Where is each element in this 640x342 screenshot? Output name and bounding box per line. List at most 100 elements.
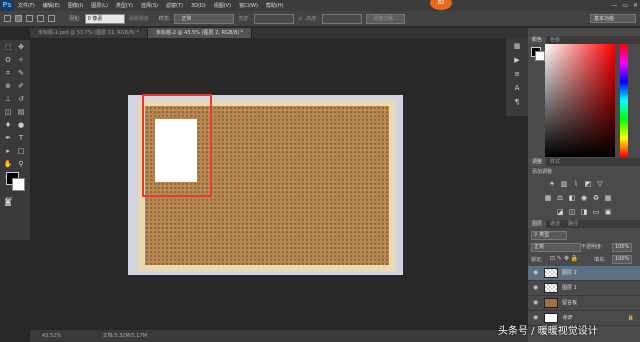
properties-panel-icon[interactable]: ≡ (512, 70, 522, 79)
width-input[interactable] (254, 13, 295, 24)
character-panel-icon[interactable]: A (512, 84, 522, 93)
exposure-icon[interactable]: ◩ (584, 180, 592, 188)
photo-filter-icon[interactable]: ◉ (580, 194, 588, 202)
hue-slider[interactable] (620, 44, 628, 157)
visibility-eye-icon[interactable]: ◉ (533, 281, 538, 295)
menu-view[interactable]: 视图(V) (210, 2, 235, 9)
visibility-eye-icon[interactable]: ◉ (533, 266, 538, 280)
shape-tool-icon[interactable]: □ (16, 147, 26, 156)
menu-select[interactable]: 选择(S) (137, 2, 162, 9)
posterize-icon[interactable]: ◫ (568, 208, 576, 216)
color-spectrum-field[interactable] (545, 44, 615, 157)
move-tool-icon[interactable]: ✥ (16, 43, 26, 52)
tab-document-1[interactable]: 未标题-1.psd @ 53.7% (图层 11, RGB/8) * (30, 28, 148, 38)
lock-options-icon[interactable]: ⊡ ✎ ✥ 🔒 (550, 255, 578, 262)
new-selection-icon[interactable] (15, 15, 22, 22)
layer-filter-label: 类型 (539, 232, 550, 238)
marquee-tool-icon[interactable]: ⬚ (3, 43, 13, 52)
tab-adjustments[interactable]: 调整 (528, 158, 547, 166)
hue-saturation-icon[interactable]: ▦ (544, 194, 552, 202)
background-color-swatch[interactable] (12, 178, 25, 191)
menu-help[interactable]: 帮助(H) (262, 2, 288, 9)
tab-styles[interactable]: 样式 (546, 158, 564, 166)
eraser-tool-icon[interactable]: ◫ (3, 108, 13, 117)
zoom-level[interactable]: 43.52% (42, 333, 61, 339)
black-white-icon[interactable]: ◧ (568, 194, 576, 202)
feather-input[interactable]: 0 像素 (84, 13, 125, 24)
layer-row[interactable]: ◉ 图层 2 (528, 266, 640, 281)
workspace-select[interactable]: 基本功能 (590, 14, 636, 23)
layer-row[interactable]: ◉ 图层 1 (528, 281, 640, 296)
feather-label: 羽化: (69, 16, 81, 22)
menu-filter[interactable]: 滤镜(T) (162, 2, 187, 9)
menu-layer[interactable]: 图层(L) (87, 2, 112, 9)
minimize-icon[interactable]: — (611, 0, 617, 11)
invert-icon[interactable]: ◪ (556, 208, 564, 216)
tab-color[interactable]: 颜色 (528, 36, 547, 44)
intersect-selection-icon[interactable] (48, 15, 55, 22)
lasso-tool-icon[interactable]: ʘ (3, 56, 13, 65)
brightness-icon[interactable]: ☀ (548, 180, 556, 188)
swap-icon[interactable]: ⇄ (298, 16, 302, 22)
layer-name: 图层 1 (562, 285, 577, 291)
menu-file[interactable]: 文件(F) (14, 2, 39, 9)
screen-mode-icon[interactable]: ▭ (4, 194, 14, 203)
clone-stamp-icon[interactable]: ⊥ (3, 95, 13, 104)
tab-channels[interactable]: 通道 (546, 220, 564, 228)
restore-icon[interactable]: ▭ (622, 0, 628, 11)
vibrance-icon[interactable]: ▽ (596, 180, 604, 188)
menu-3d[interactable]: 3D(D) (187, 3, 210, 9)
fill-input[interactable]: 100% (612, 255, 632, 264)
layer-row[interactable]: ◉ 留言板 (528, 296, 640, 311)
history-panel-icon[interactable]: ▦ (512, 42, 522, 51)
type-tool-icon[interactable]: T (16, 134, 26, 143)
tab-document-2[interactable]: 未标题-2 @ 43.5% (图层 2, RGB/8) * (147, 28, 253, 38)
selective-color-icon[interactable]: ▣ (604, 208, 612, 216)
brush-tool-icon[interactable]: ✐ (16, 82, 26, 91)
refine-edge-button[interactable]: 调整边缘... (365, 13, 405, 24)
collapsed-panel-dock: ▦ ▶ ≡ A ¶ (506, 38, 528, 116)
marquee-preset-icon[interactable] (4, 15, 11, 22)
paragraph-panel-icon[interactable]: ¶ (512, 98, 522, 107)
antialias-checkbox-label[interactable]: 消除锯齿 (129, 15, 149, 22)
color-lookup-icon[interactable]: ▦ (604, 194, 612, 202)
crop-tool-icon[interactable]: ⌗ (3, 69, 13, 78)
menu-image[interactable]: 图像(I) (64, 2, 87, 9)
tab-swatches[interactable]: 色板 (546, 36, 564, 44)
actions-panel-icon[interactable]: ▶ (512, 56, 522, 65)
tab-paths[interactable]: 路径 (564, 220, 582, 228)
gradient-tool-icon[interactable]: ▤ (16, 108, 26, 117)
menu-type[interactable]: 类型(Y) (112, 2, 137, 9)
opacity-input[interactable]: 100% (612, 243, 632, 252)
blend-mode-select[interactable]: 正常 (531, 243, 581, 252)
channel-mixer-icon[interactable]: ♻ (592, 194, 600, 202)
curves-icon[interactable]: ⌇ (572, 180, 580, 188)
height-input[interactable] (321, 13, 362, 24)
dodge-tool-icon[interactable]: ● (16, 121, 26, 130)
visibility-eye-icon[interactable]: ◉ (533, 296, 538, 310)
gradient-map-icon[interactable]: ▭ (592, 208, 600, 216)
close-icon[interactable]: ✕ (633, 0, 638, 11)
levels-icon[interactable]: ▥ (560, 180, 568, 188)
highlight-box (142, 94, 212, 197)
style-select[interactable]: 正常 (174, 13, 235, 24)
threshold-icon[interactable]: ◨ (580, 208, 588, 216)
color-panel-bg-swatch[interactable] (535, 51, 545, 61)
history-brush-icon[interactable]: ↺ (16, 95, 26, 104)
color-balance-icon[interactable]: ⚖ (556, 194, 564, 202)
menu-window[interactable]: 窗口(W) (235, 2, 262, 9)
layer-filter-kind[interactable]: ⚲ 类型 (531, 231, 567, 240)
zoom-tool-icon[interactable]: ⚲ (16, 160, 26, 169)
magic-wand-icon[interactable]: ✧ (16, 56, 26, 65)
tab-layers[interactable]: 图层 (528, 220, 547, 228)
add-selection-icon[interactable] (26, 15, 33, 22)
subtract-selection-icon[interactable] (37, 15, 44, 22)
eyedropper-icon[interactable]: ✎ (16, 69, 26, 78)
menu-edit[interactable]: 编辑(E) (39, 2, 64, 9)
blur-tool-icon[interactable]: ♦ (3, 121, 13, 130)
path-select-icon[interactable]: ▸ (3, 147, 13, 156)
hand-tool-icon[interactable]: ✋ (3, 160, 13, 169)
pen-tool-icon[interactable]: ✒ (3, 134, 13, 143)
healing-brush-icon[interactable]: ⊕ (3, 82, 13, 91)
options-bar: 羽化: 0 像素 消除锯齿 样式: 正常 宽度: ⇄ 高度: 调整边缘... 基… (0, 11, 640, 27)
